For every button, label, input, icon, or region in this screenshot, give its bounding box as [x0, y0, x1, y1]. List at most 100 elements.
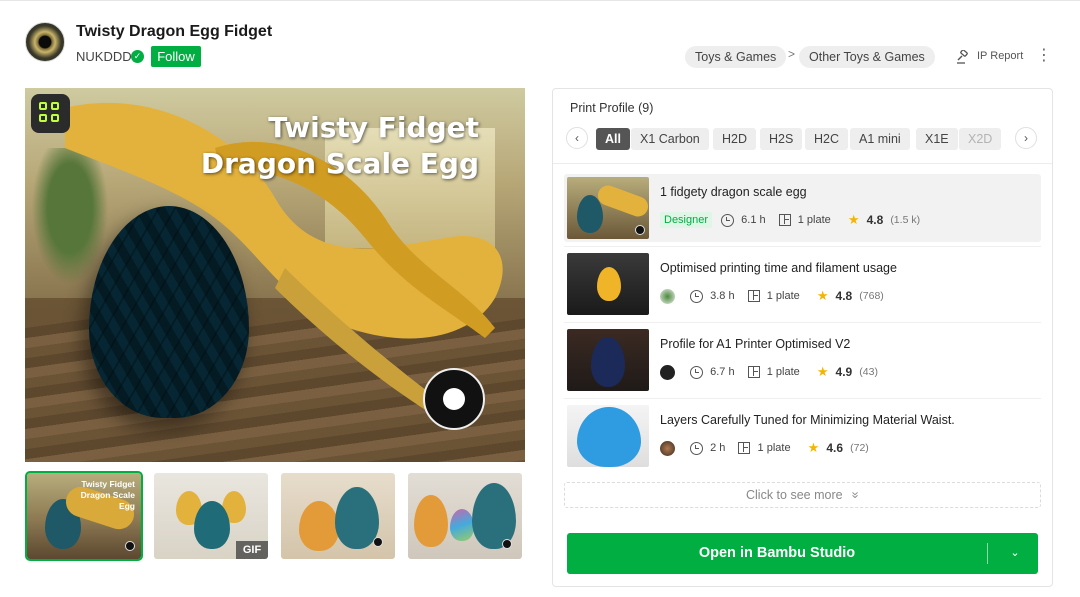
- page-title: Twisty Dragon Egg Fidget: [76, 23, 273, 40]
- thumb-watermark: [635, 225, 645, 235]
- plate-icon: [747, 366, 760, 378]
- rating-count: (72): [850, 442, 869, 454]
- breadcrumb-other-toys-games[interactable]: Other Toys & Games: [799, 46, 935, 68]
- thumb-watermark: [373, 537, 383, 547]
- thumbnail-3[interactable]: [281, 473, 395, 559]
- rating-value: 4.8: [866, 213, 884, 227]
- profile-name: Optimised printing time and filament usa…: [660, 261, 897, 275]
- thumb-overlay-line-2: Dragon Scale Egg: [80, 490, 135, 511]
- filter-prev-button[interactable]: ‹: [566, 127, 588, 149]
- thumb-watermark: [502, 539, 512, 549]
- filter-x2d[interactable]: X2D: [959, 128, 1002, 150]
- thumb-egg: [194, 501, 230, 549]
- row-divider: [564, 246, 1041, 247]
- gavel-icon[interactable]: [956, 50, 970, 64]
- breadcrumb-toys-games[interactable]: Toys & Games: [685, 46, 787, 68]
- print-time: 3.8 h: [710, 290, 735, 302]
- designer-badge: Designer: [660, 212, 713, 228]
- follow-button[interactable]: Follow: [151, 46, 201, 67]
- rating-count: (768): [859, 290, 884, 302]
- plate-count: 1 plate: [797, 214, 831, 226]
- thumbnail-4[interactable]: [408, 473, 522, 559]
- profile-item[interactable]: Profile for A1 Printer Optimised V2 6.7 …: [564, 326, 1041, 394]
- thumb-watermark: [125, 541, 135, 551]
- print-profile-title: Print Profile (9): [570, 101, 654, 115]
- profile-name: Profile for A1 Printer Optimised V2: [660, 337, 851, 351]
- rating-value: 4.9: [835, 365, 853, 379]
- plate-count: 1 plate: [766, 366, 800, 378]
- overlay-line-2: Dragon Scale Egg: [200, 147, 479, 180]
- open-in-bambu-studio-button[interactable]: Open in Bambu Studio ⌄: [567, 533, 1038, 574]
- verified-icon: ✓: [131, 50, 144, 63]
- rating-count: (43): [859, 366, 878, 378]
- plate-icon: [747, 290, 760, 302]
- watermark-logo: [423, 368, 485, 430]
- profile-meta: 6.7 h 1 plate ★ 4.9 (43): [660, 364, 878, 380]
- open-button-label: Open in Bambu Studio: [698, 545, 856, 561]
- thumb-egg: [597, 267, 621, 301]
- profile-name: Layers Carefully Tuned for Minimizing Ma…: [660, 413, 955, 427]
- author-avatar[interactable]: [25, 22, 65, 62]
- print-time: 6.1 h: [741, 214, 766, 226]
- gif-badge: GIF: [236, 541, 268, 559]
- star-icon: ★: [816, 288, 829, 303]
- see-more-label: Click to see more: [746, 488, 843, 502]
- uploader-avatar[interactable]: [660, 364, 675, 380]
- plate-icon: [778, 214, 791, 226]
- ip-report-link[interactable]: IP Report: [977, 50, 1023, 62]
- plate-count: 1 plate: [766, 290, 800, 302]
- star-icon: ★: [816, 364, 829, 379]
- print-time: 6.7 h: [710, 366, 735, 378]
- thumb-egg: [299, 501, 339, 551]
- clock-icon: [690, 365, 704, 379]
- uploader-avatar[interactable]: [660, 288, 675, 304]
- thumb-egg: [450, 509, 474, 541]
- profile-name: 1 fidgety dragon scale egg: [660, 185, 807, 199]
- rating-value: 4.8: [835, 289, 853, 303]
- clock-icon: [721, 213, 735, 227]
- profile-item[interactable]: Optimised printing time and filament usa…: [564, 250, 1041, 318]
- print-profile-panel: Print Profile (9) ‹ All X1 Carbon H2D H2…: [552, 88, 1053, 587]
- author-name[interactable]: NUKDDD: [76, 49, 132, 64]
- thumbnail-2[interactable]: GIF: [154, 473, 268, 559]
- filter-all[interactable]: All: [596, 128, 630, 150]
- profile-thumbnail: [567, 405, 649, 467]
- profile-meta: Designer 6.1 h 1 plate ★ 4.8 (1.5 k): [660, 212, 920, 228]
- chevron-double-down-icon: »: [848, 491, 863, 499]
- panel-divider: [553, 163, 1052, 164]
- filter-x1e[interactable]: X1E: [916, 128, 958, 150]
- thumb-egg: [577, 407, 641, 467]
- uploader-avatar[interactable]: [660, 440, 675, 456]
- clock-icon: [690, 441, 704, 455]
- filter-h2c[interactable]: H2C: [805, 128, 849, 150]
- filter-h2d[interactable]: H2D: [713, 128, 757, 150]
- filter-x1-carbon[interactable]: X1 Carbon: [631, 128, 709, 150]
- button-divider: [987, 543, 988, 564]
- overlay-line-1: Twisty Fidget: [268, 111, 479, 144]
- thumb-egg: [414, 495, 448, 547]
- top-divider: [0, 0, 1080, 1]
- main-model-image[interactable]: Twisty Fidget Dragon Scale Egg: [25, 88, 525, 462]
- see-more-button[interactable]: Click to see more »: [564, 482, 1041, 508]
- plate-count: 1 plate: [757, 442, 791, 454]
- thumb-overlay-title: Twisty Fidget Dragon Scale Egg: [75, 479, 135, 512]
- star-icon: ★: [847, 212, 860, 227]
- thumbnail-1[interactable]: Twisty Fidget Dragon Scale Egg: [25, 471, 143, 561]
- bambu-logo-icon: [31, 94, 70, 133]
- plate-icon: [738, 442, 751, 454]
- profile-thumbnail: [567, 329, 649, 391]
- profile-item[interactable]: 1 fidgety dragon scale egg Designer 6.1 …: [564, 174, 1041, 242]
- filter-h2s[interactable]: H2S: [760, 128, 803, 150]
- profile-item[interactable]: Layers Carefully Tuned for Minimizing Ma…: [564, 402, 1041, 470]
- image-overlay-title: Twisty Fidget Dragon Scale Egg: [201, 110, 479, 182]
- profile-thumbnail: [567, 177, 649, 239]
- clock-icon: [690, 289, 704, 303]
- filter-next-button[interactable]: ›: [1015, 127, 1037, 149]
- profile-meta: 2 h 1 plate ★ 4.6 (72): [660, 440, 869, 456]
- row-divider: [564, 398, 1041, 399]
- filter-a1-mini[interactable]: A1 mini: [850, 128, 910, 150]
- thumb-ribbon: [595, 182, 649, 220]
- chevron-down-icon[interactable]: ⌄: [997, 533, 1033, 574]
- profile-thumbnail: [567, 253, 649, 315]
- more-options-icon[interactable]: ⋮: [1036, 45, 1052, 67]
